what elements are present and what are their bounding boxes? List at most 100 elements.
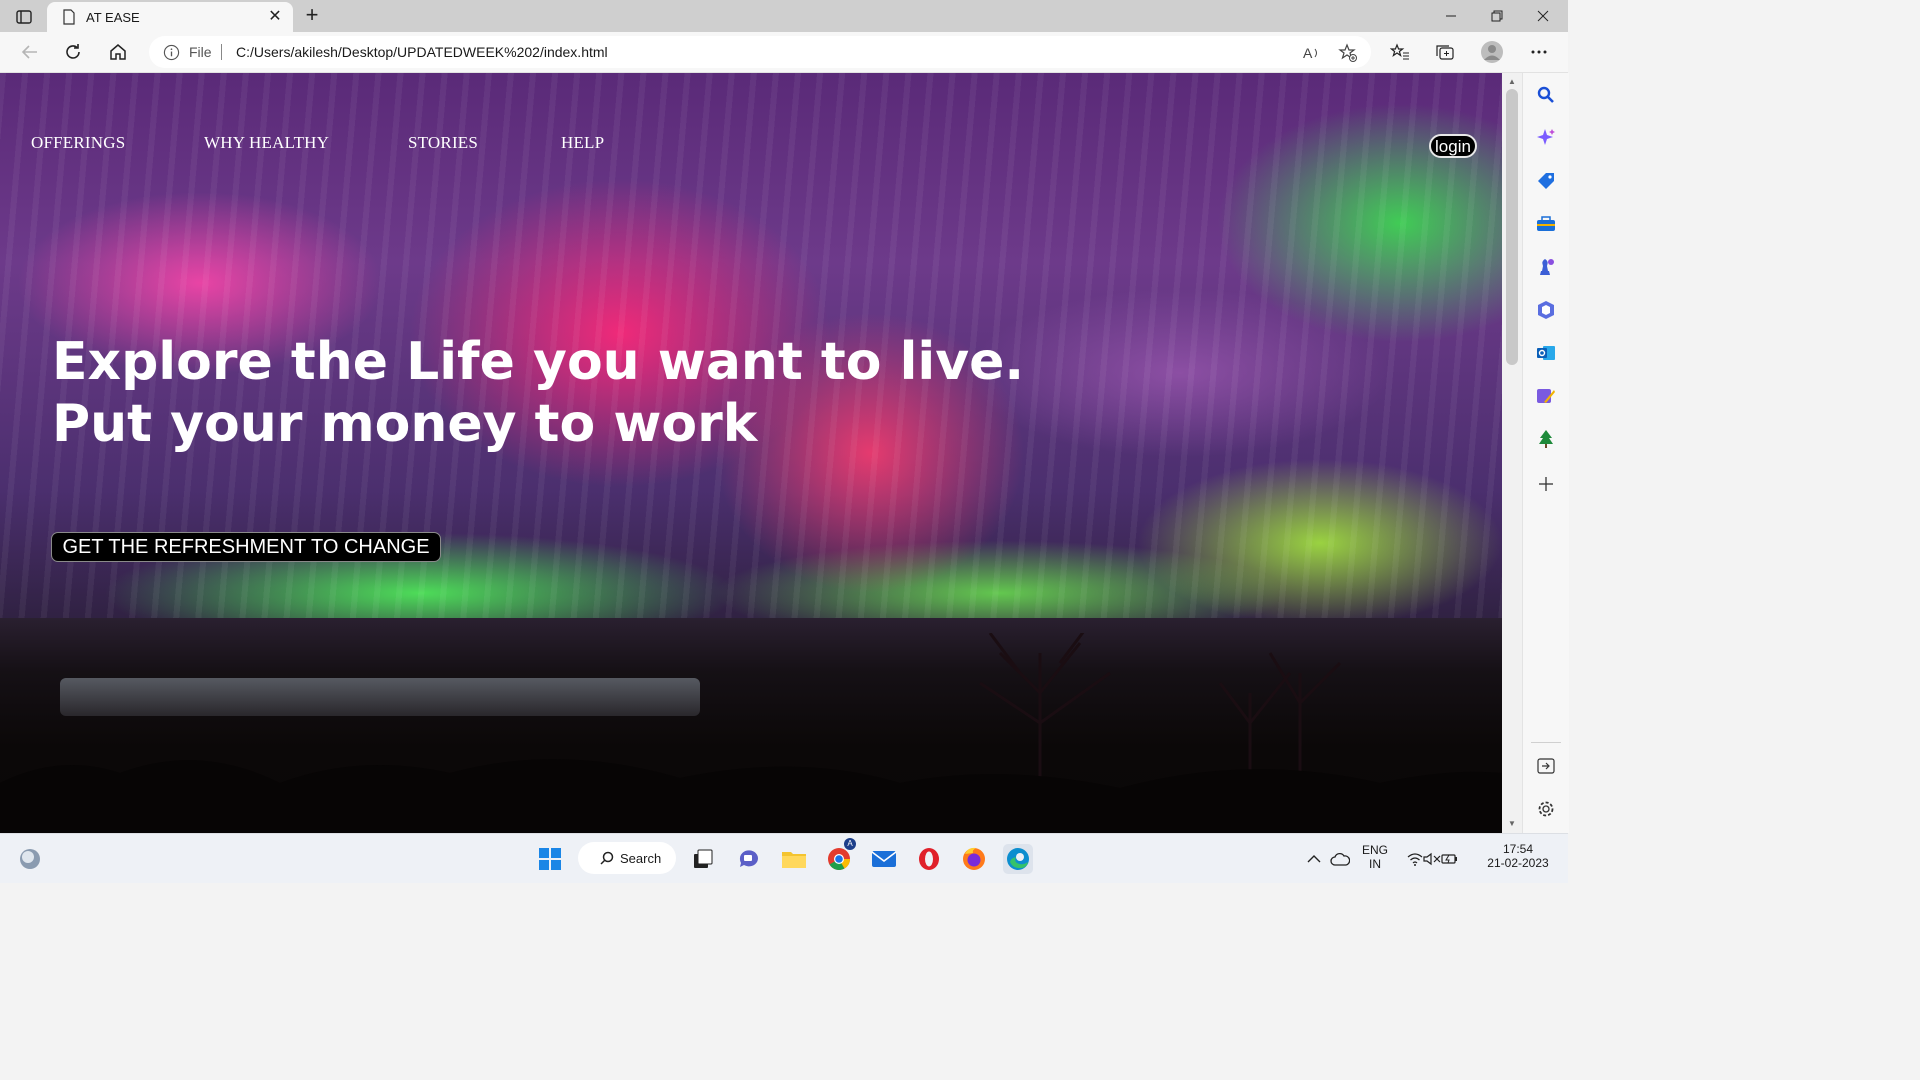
url-text[interactable]: C:/Users/akilesh/Desktop/UPDATEDWEEK%202… [236,44,608,60]
more-options-icon [1531,50,1547,54]
sidebar-designer[interactable] [1535,385,1557,407]
teams-chat-button[interactable] [734,844,764,874]
active-tab[interactable]: AT EASE ✕ [47,2,293,32]
start-button[interactable] [535,844,565,874]
show-hidden-icons-button[interactable] [1304,844,1324,874]
tab-actions-button[interactable] [10,6,38,28]
designer-icon [1537,389,1555,403]
tab-actions-icon [16,10,32,24]
sidebar-hide[interactable] [1535,755,1557,777]
close-window-button[interactable] [1520,0,1566,32]
login-button[interactable]: login [1429,134,1477,158]
favorites-button[interactable] [1385,38,1415,66]
refresh-button[interactable] [58,38,88,66]
plus-icon [1539,477,1553,491]
close-icon [1537,10,1549,22]
chrome-button[interactable]: A [824,838,856,874]
clock-time: 17:54 [1502,842,1534,856]
restore-icon [1491,10,1503,22]
nav-offerings[interactable]: OFFERINGS [31,133,125,153]
sidebar-settings[interactable] [1535,798,1557,820]
chevron-up-icon [1307,855,1321,863]
add-favorite-button[interactable] [1337,42,1359,64]
address-bar[interactable]: File C:/Users/akilesh/Desktop/UPDATEDWEE… [149,36,1371,68]
nav-help[interactable]: HELP [561,133,604,153]
file-explorer-button[interactable] [779,844,809,874]
clock[interactable]: 17:54 21-02-2023 [1482,842,1554,870]
sidebar-games[interactable] [1535,256,1557,278]
collections-button[interactable] [1430,38,1460,66]
chat-icon [739,850,758,867]
onedrive-button[interactable] [1327,844,1353,874]
wifi-icon [1407,853,1423,866]
page-viewport: OFFERINGS WHY HEALTHY STORIES HELP login… [0,73,1502,833]
info-icon[interactable] [163,44,180,61]
profile-button[interactable] [1477,38,1507,66]
quick-settings-button[interactable] [1402,844,1464,874]
sidebar-add[interactable] [1535,473,1557,495]
new-tab-button[interactable]: + [300,4,324,28]
nav-stories[interactable]: STORIES [408,133,478,153]
sidebar-divider [1531,742,1561,743]
refresh-icon [66,44,80,59]
close-tab-icon[interactable]: ✕ [265,7,285,27]
address-separator [221,44,222,60]
favorites-icon [1390,43,1409,60]
restore-button[interactable] [1474,0,1520,32]
task-view-button[interactable] [688,844,718,874]
star-add-icon [1338,43,1357,62]
mail-icon [871,851,897,867]
tree-silhouettes [0,633,1502,833]
office-icon [1538,301,1554,319]
folder-icon [782,852,806,868]
firefox-icon [963,847,985,870]
tree-icon [1539,430,1553,448]
page-scrollbar[interactable]: ▲ ▼ [1502,73,1522,833]
cta-button[interactable]: GET THE REFRESHMENT TO CHANGE [51,532,441,562]
back-button[interactable] [14,38,44,66]
sidebar-tools[interactable] [1535,213,1557,235]
home-button[interactable] [103,38,133,66]
search-icon [600,851,614,865]
widgets-button[interactable] [15,844,45,874]
input-language[interactable]: ENG IN [1360,843,1390,871]
page-icon [63,9,75,25]
hero-line-2: Put your money to work [52,394,758,454]
scroll-thumb[interactable] [1506,89,1518,365]
browser-toolbar: File C:/Users/akilesh/Desktop/UPDATEDWEE… [0,32,1568,73]
battery-icon [1441,854,1457,864]
edge-button[interactable] [1003,844,1033,874]
firefox-button[interactable] [959,844,989,874]
read-aloud-icon: A [1303,45,1317,61]
sidebar-outlook[interactable] [1535,342,1557,364]
tab-title: AT EASE [86,10,140,25]
mail-button[interactable] [869,844,899,874]
read-aloud-button[interactable]: A [1301,42,1323,64]
sidebar-copilot[interactable] [1535,127,1557,149]
windows-logo-icon [539,848,561,870]
chess-piece-icon [1540,259,1554,275]
tag-icon [1538,173,1554,189]
scheme-label: File [189,44,212,60]
taskbar-search[interactable]: Search [578,842,676,874]
gear-icon [1538,801,1554,817]
sidebar-tree[interactable] [1535,428,1557,450]
scroll-up-arrow-icon[interactable]: ▲ [1507,77,1517,87]
region-label: IN [1369,857,1381,871]
sidebar-microsoft-365[interactable] [1535,299,1557,321]
settings-menu-button[interactable] [1524,38,1554,66]
hero-line-1: Explore the Life you want to live. [52,332,1025,392]
sidebar-search[interactable] [1535,84,1557,106]
scroll-down-arrow-icon[interactable]: ▼ [1507,819,1517,829]
edge-icon [1007,848,1029,870]
sidebar-shopping[interactable] [1535,170,1557,192]
minimize-icon [1446,15,1456,17]
minimize-button[interactable] [1428,0,1474,32]
svg-text:A: A [1303,45,1313,61]
opera-button[interactable] [914,844,944,874]
tab-strip: AT EASE ✕ + [0,0,1568,32]
toolbox-icon [1537,216,1555,231]
hero-heading: Explore the Life you want to live. Put y… [52,331,1024,455]
chrome-profile-badge: A [844,838,856,850]
nav-why-healthy[interactable]: WHY HEALTHY [204,133,329,153]
